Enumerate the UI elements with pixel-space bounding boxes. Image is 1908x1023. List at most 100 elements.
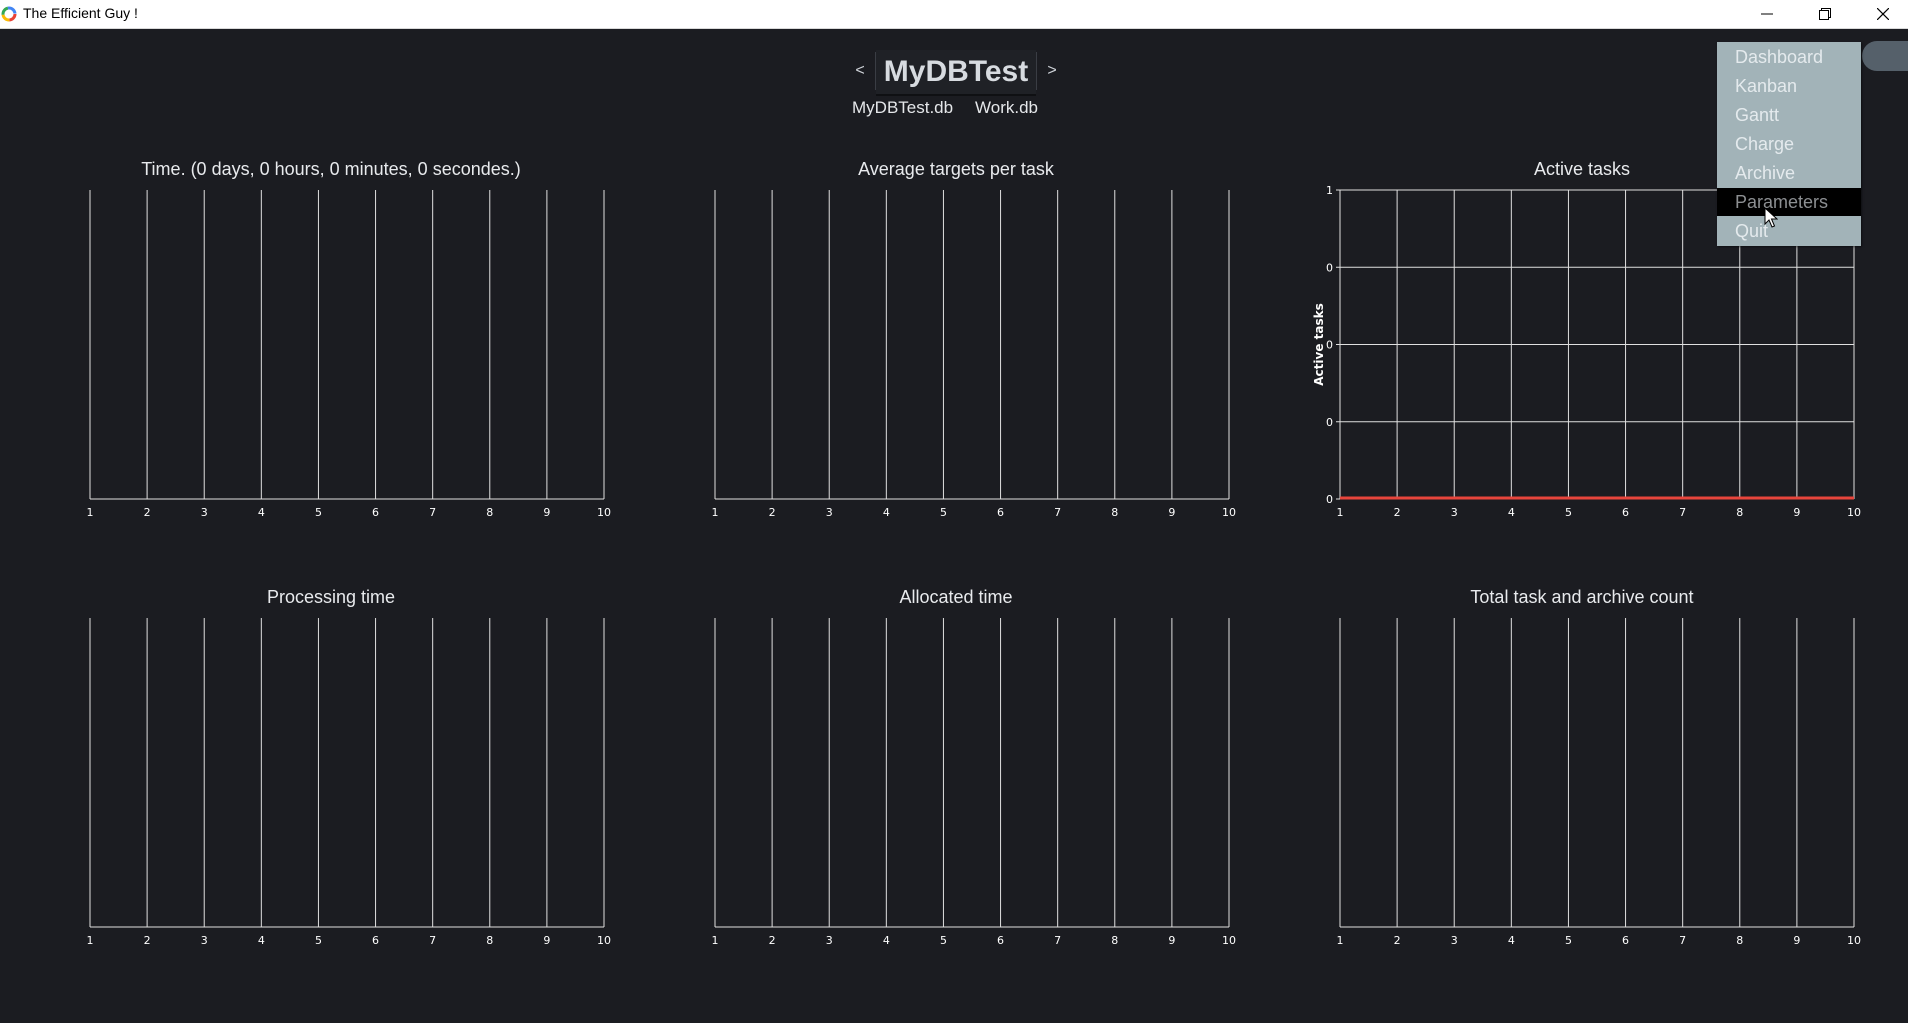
menu-item-dashboard[interactable]: Dashboard	[1717, 43, 1861, 71]
x-tick-label: 7	[1054, 506, 1061, 519]
y-tick-label: 0	[1326, 261, 1333, 274]
x-tick-label: 6	[1622, 506, 1629, 519]
database-header: < MyDBTest > MyDBTest.db Work.db	[0, 28, 1908, 148]
x-tick-label: 8	[1736, 934, 1743, 947]
x-tick-label: 8	[486, 934, 493, 947]
allocated-time-chart-plot: 1 2 3 4 5 6 7 8 9 10	[712, 618, 1236, 947]
x-tick-label: 9	[1793, 934, 1800, 947]
x-tick-label: 1	[87, 506, 94, 519]
x-tick-label: 4	[258, 506, 265, 519]
x-tick-label: 8	[486, 506, 493, 519]
x-tick-label: 7	[1679, 934, 1686, 947]
total-task-archive-chart-plot: 1 2 3 4 5 6 7 8 9 10	[1337, 618, 1861, 947]
x-tick-label: 3	[826, 934, 833, 947]
x-tick-label: 5	[1565, 506, 1572, 519]
x-tick-label: 2	[1394, 506, 1401, 519]
y-axis-label: Active tasks	[1312, 303, 1326, 386]
total-task-archive-chart: 1 2 3 4 5 6 7 8 9 10	[1310, 614, 1870, 958]
x-tick-label: 8	[1111, 934, 1118, 947]
menu-item-gantt[interactable]: Gantt	[1717, 101, 1861, 129]
chart-title: Average targets per task	[858, 159, 1054, 179]
window-title: The Efficient Guy !	[23, 5, 138, 21]
x-tick-label: 4	[883, 506, 890, 519]
x-tick-label: 6	[997, 506, 1004, 519]
x-tick-label: 1	[1337, 506, 1344, 519]
processing-time-chart-plot: 1 2 3 4 5 6 7 8 9 10	[87, 618, 611, 947]
y-tick-label: 0	[1326, 339, 1333, 352]
x-tick-label: 6	[372, 934, 379, 947]
x-tick-label: 4	[883, 934, 890, 947]
x-tick-label: 2	[1394, 934, 1401, 947]
menu-item-parameters[interactable]: Parameters	[1717, 188, 1861, 216]
x-tick-label: 10	[1222, 934, 1236, 947]
navigation-menu: Dashboard Kanban Gantt Charge Archive Pa…	[1717, 42, 1861, 246]
x-tick-label: 8	[1111, 506, 1118, 519]
chart-title: Total task and archive count	[1470, 587, 1694, 607]
x-tick-label: 10	[1847, 934, 1861, 947]
x-tick-label: 9	[1168, 506, 1175, 519]
x-tick-label: 5	[1565, 934, 1572, 947]
y-tick-label: 1	[1326, 186, 1333, 197]
x-tick-label: 2	[769, 934, 776, 947]
x-tick-label: 7	[1679, 506, 1686, 519]
x-tick-label: 8	[1736, 506, 1743, 519]
minimize-icon	[1761, 13, 1773, 15]
x-tick-label: 3	[1451, 934, 1458, 947]
x-tick-label: 2	[144, 506, 151, 519]
x-tick-label: 6	[997, 934, 1004, 947]
x-tick-label: 10	[597, 506, 611, 519]
x-tick-label: 4	[1508, 506, 1515, 519]
menu-toggle-button[interactable]	[1862, 41, 1908, 71]
app-logo-icon	[1, 6, 17, 22]
x-tick-label: 6	[1622, 934, 1629, 947]
close-icon	[1877, 8, 1889, 20]
x-tick-label: 4	[1508, 934, 1515, 947]
x-tick-label: 5	[940, 934, 947, 947]
db-file-link[interactable]: Work.db	[975, 98, 1038, 118]
x-tick-label: 10	[1222, 506, 1236, 519]
processing-time-chart: 1 2 3 4 5 6 7 8 9 10	[60, 614, 620, 958]
menu-item-quit[interactable]: Quit	[1717, 217, 1861, 245]
x-tick-label: 3	[201, 934, 208, 947]
window-titlebar: The Efficient Guy !	[0, 0, 1908, 29]
x-tick-label: 3	[826, 506, 833, 519]
current-db-title: MyDBTest	[876, 50, 1036, 96]
x-tick-label: 10	[1847, 506, 1861, 519]
x-tick-label: 3	[201, 506, 208, 519]
menu-item-charge[interactable]: Charge	[1717, 130, 1861, 158]
time-chart-plot: 1 2 3 4 5 6 7 8 9 10	[87, 190, 611, 519]
y-tick-label: 0	[1326, 493, 1333, 506]
db-file-list: MyDBTest.db Work.db	[0, 98, 1908, 122]
previous-db-button[interactable]: <	[845, 52, 876, 90]
y-tick-label: 0	[1326, 416, 1333, 429]
restore-button[interactable]	[1796, 0, 1854, 28]
x-tick-label: 2	[769, 506, 776, 519]
db-file-link[interactable]: MyDBTest.db	[852, 98, 953, 118]
restore-icon	[1819, 8, 1831, 20]
x-tick-label: 7	[429, 506, 436, 519]
x-tick-label: 6	[372, 506, 379, 519]
x-tick-label: 9	[543, 506, 550, 519]
x-tick-label: 9	[543, 934, 550, 947]
x-tick-label: 10	[597, 934, 611, 947]
average-targets-chart-plot: 1 2 3 4 5 6 7 8 9 10	[712, 190, 1236, 519]
next-db-button[interactable]: >	[1036, 52, 1067, 90]
x-tick-label: 7	[1054, 934, 1061, 947]
x-tick-label: 9	[1793, 506, 1800, 519]
x-tick-label: 3	[1451, 506, 1458, 519]
x-tick-label: 5	[315, 506, 322, 519]
chart-title: Allocated time	[899, 587, 1013, 607]
x-tick-label: 1	[712, 934, 719, 947]
x-tick-label: 4	[258, 934, 265, 947]
allocated-time-chart: 1 2 3 4 5 6 7 8 9 10	[685, 614, 1245, 958]
average-targets-chart: 1 2 3 4 5 6 7 8 9 10	[685, 186, 1245, 530]
x-tick-label: 7	[429, 934, 436, 947]
mouse-pointer-icon	[1764, 207, 1778, 228]
minimize-button[interactable]	[1738, 0, 1796, 28]
x-tick-label: 1	[1337, 934, 1344, 947]
menu-item-kanban[interactable]: Kanban	[1717, 72, 1861, 100]
menu-item-archive[interactable]: Archive	[1717, 159, 1861, 187]
x-tick-label: 1	[712, 506, 719, 519]
close-button[interactable]	[1854, 0, 1908, 28]
x-tick-label: 5	[940, 506, 947, 519]
